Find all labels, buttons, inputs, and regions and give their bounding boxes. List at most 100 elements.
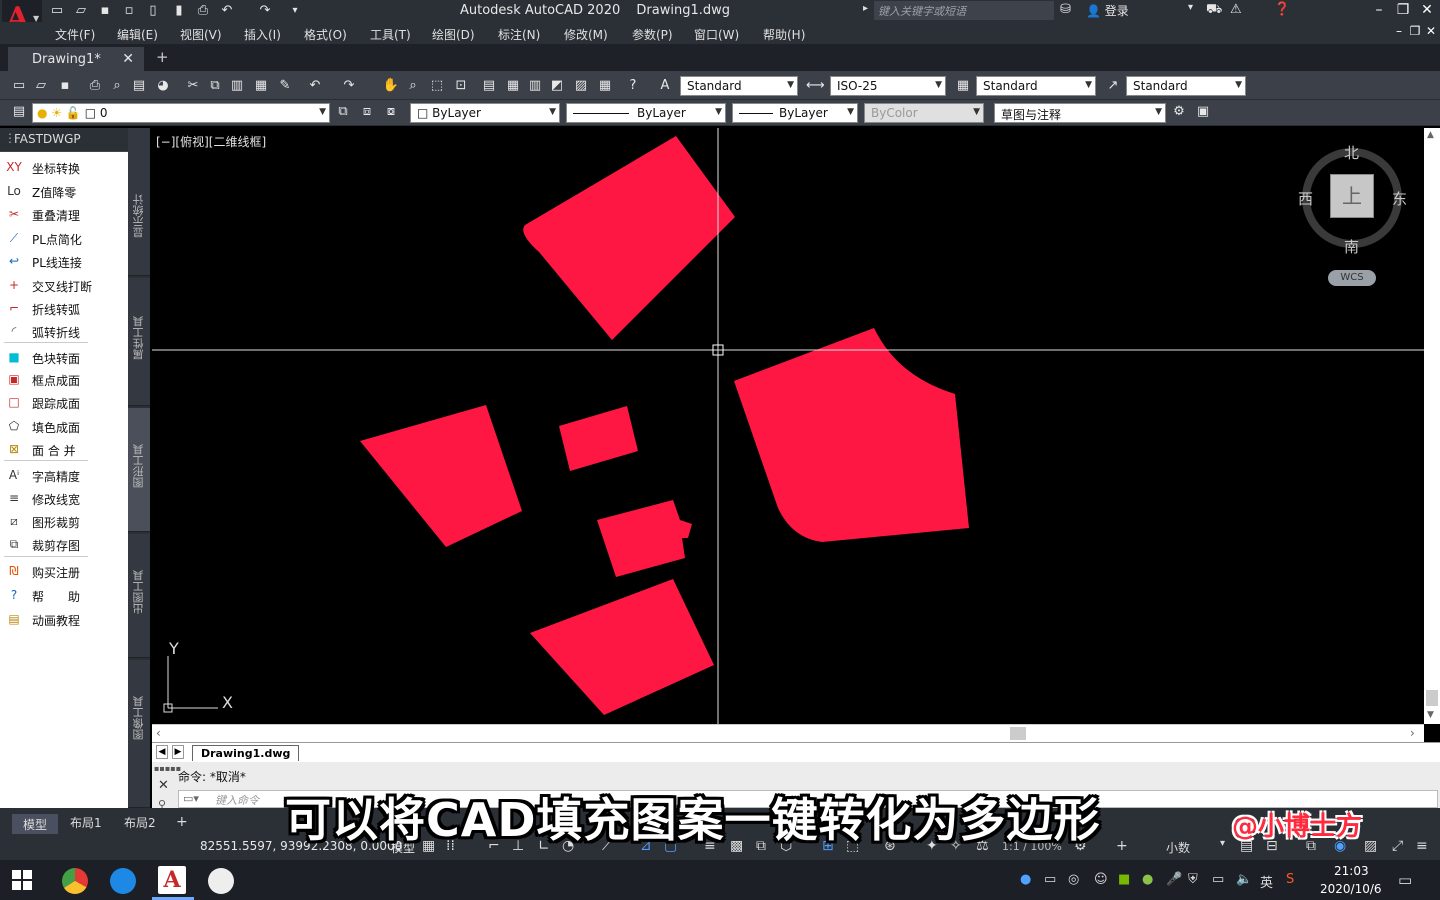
- document-tab[interactable]: Drawing1* ✕: [8, 47, 144, 72]
- search-expand-icon[interactable]: ▸: [863, 3, 868, 14]
- tray-app-icon[interactable]: ▭: [1044, 872, 1056, 887]
- help-toolbar-icon[interactable]: ?: [624, 77, 642, 95]
- save-icon[interactable]: ▪: [96, 2, 114, 19]
- make-current-layer-icon[interactable]: ⧉: [334, 103, 352, 121]
- tray-sync-icon[interactable]: ◎: [1068, 872, 1079, 887]
- hatch-polygon[interactable]: [523, 136, 735, 340]
- units-dropdown-icon[interactable]: ▾: [1220, 838, 1225, 849]
- workspace-select[interactable]: 草图与注释 ▼: [994, 103, 1166, 123]
- search-input[interactable]: 键入关键字或短语: [874, 1, 1054, 20]
- palette-item[interactable]: ▣ 框点成面: [4, 369, 124, 389]
- tab-next-icon[interactable]: ▶: [172, 745, 184, 759]
- login-dropdown-icon[interactable]: ▾: [1188, 2, 1193, 13]
- side-tab-attribute-tools[interactable]: 属性工具: [128, 278, 150, 406]
- side-tab-image-tools[interactable]: 图像工具: [128, 660, 150, 808]
- binoculars-icon[interactable]: ⛁: [1060, 2, 1071, 17]
- start-menu-icon[interactable]: [12, 870, 32, 890]
- cut-icon[interactable]: ✂: [184, 77, 202, 95]
- chrome-browser-icon[interactable]: [62, 868, 88, 894]
- palette-item[interactable]: XY 坐标转换: [4, 157, 124, 177]
- scroll-down-icon[interactable]: ▼: [1427, 710, 1434, 720]
- close-window-icon[interactable]: ✕: [1416, 2, 1438, 18]
- scroll-up-icon[interactable]: ▲: [1427, 130, 1434, 140]
- doc-close-icon[interactable]: ✕: [1420, 24, 1440, 38]
- wcs-menu-button[interactable]: WCS: [1328, 270, 1376, 286]
- tray-volume-icon[interactable]: 🔈: [1236, 872, 1252, 887]
- tray-ime-label[interactable]: 英: [1260, 872, 1273, 891]
- table-style-select[interactable]: Standard ▼: [976, 76, 1096, 96]
- menu-parametric[interactable]: 参数(P): [632, 26, 673, 43]
- palette-item[interactable]: □ 跟踪成面: [4, 392, 124, 412]
- open-folder-icon[interactable]: ▱: [72, 2, 90, 19]
- side-tab-output-tools[interactable]: 出图工具: [128, 534, 150, 658]
- clean-screen-icon[interactable]: ▨: [1364, 838, 1377, 854]
- menu-draw[interactable]: 绘图(D): [432, 26, 475, 43]
- palette-item[interactable]: ↩ PL线连接: [4, 251, 124, 271]
- palette-item[interactable]: ✂ 重叠清理: [4, 204, 124, 224]
- preview-icon[interactable]: ⌕: [108, 77, 126, 95]
- notification-center-icon[interactable]: ▭: [1398, 871, 1412, 889]
- print-icon[interactable]: ⎙: [194, 2, 212, 19]
- hatch-polygon[interactable]: [597, 500, 692, 577]
- close-tab-icon[interactable]: ✕: [122, 51, 134, 67]
- undo-icon[interactable]: ↶: [218, 2, 236, 19]
- layout-tab-model[interactable]: 模型: [12, 814, 58, 834]
- palette-item[interactable]: ⬠ 填色成面: [4, 416, 124, 436]
- layer-match-icon[interactable]: ⧇: [382, 103, 400, 121]
- tray-network-icon[interactable]: ●: [1020, 872, 1031, 887]
- palette-item[interactable]: ≡ 修改线宽: [4, 488, 124, 508]
- tab-prev-icon[interactable]: ◀: [156, 745, 168, 759]
- viewcube-top-face[interactable]: 上: [1330, 174, 1374, 218]
- clock-time[interactable]: 21:03: [1334, 864, 1369, 878]
- dim-style-select[interactable]: ISO-25 ▼: [830, 76, 946, 96]
- customization-menu-icon[interactable]: ≡: [1416, 838, 1428, 854]
- color-select[interactable]: □ ByLayer ▼: [410, 103, 560, 123]
- 3d-print-icon[interactable]: ◕: [154, 77, 172, 95]
- hatch-polygon[interactable]: [360, 405, 522, 547]
- menu-edit[interactable]: 编辑(E): [117, 26, 158, 43]
- layer-select[interactable]: ● ☀ 🔓 □ 0 ▼: [32, 103, 330, 123]
- tray-security-icon[interactable]: ●: [1142, 872, 1153, 887]
- viewport-controls-label[interactable]: [−][俯视][二维线框]: [156, 133, 266, 150]
- open-icon[interactable]: ▱: [32, 77, 50, 95]
- palette-item[interactable]: ⟋ PL点简化: [4, 228, 124, 248]
- drawing-viewport[interactable]: Y X [−][俯视][二维线框] 北 西 东 南 上 WCS: [152, 128, 1424, 724]
- menu-modify[interactable]: 修改(M): [564, 26, 608, 43]
- compass-east[interactable]: 东: [1392, 188, 1407, 209]
- pan-icon[interactable]: ✋: [382, 77, 400, 95]
- cart-icon[interactable]: ⛟: [1206, 2, 1222, 19]
- palette-item[interactable]: ⊠ 面 合 并: [4, 439, 124, 459]
- annotation-monitor-icon[interactable]: +: [1116, 838, 1128, 854]
- copy-icon[interactable]: ⧉: [206, 77, 224, 95]
- palette-item[interactable]: Aⁱ 字高精度: [4, 465, 124, 485]
- plot-preview-icon[interactable]: ▮: [170, 2, 188, 19]
- layout-tab-layout1[interactable]: 布局1: [70, 814, 102, 831]
- help-icon[interactable]: ❓: [1274, 2, 1290, 17]
- multileader-style-icon[interactable]: ↗: [1104, 77, 1122, 95]
- multileader-style-select[interactable]: Standard ▼: [1126, 76, 1246, 96]
- restore-window-icon[interactable]: ❐: [1392, 2, 1414, 18]
- tray-wifi-icon[interactable]: ▭: [1212, 872, 1224, 887]
- palette-item[interactable]: ₪ 购买注册: [4, 561, 124, 581]
- menu-format[interactable]: 格式(O): [304, 26, 347, 43]
- design-center-icon[interactable]: ▦: [504, 77, 522, 95]
- palette-item[interactable]: ⧄ 图形裁剪: [4, 511, 124, 531]
- minimize-window-icon[interactable]: –: [1368, 2, 1390, 18]
- paste-icon[interactable]: ▥: [228, 77, 246, 95]
- sheet-set-icon[interactable]: ◩: [548, 77, 566, 95]
- vertical-scrollbar[interactable]: ▲ ▼: [1424, 128, 1440, 724]
- tray-microphone-icon[interactable]: 🎤: [1166, 872, 1182, 887]
- workspace-lock-icon[interactable]: ▣: [1194, 103, 1212, 121]
- recorder-app-icon[interactable]: [208, 868, 234, 894]
- horizontal-scroll-thumb[interactable]: [1010, 727, 1026, 740]
- menu-insert[interactable]: 插入(I): [244, 26, 281, 43]
- new-file-icon[interactable]: ▭: [48, 2, 66, 19]
- viewcube[interactable]: 北 西 东 南 上 WCS: [1298, 144, 1407, 286]
- a360-icon[interactable]: ⚠: [1230, 2, 1242, 17]
- login-button[interactable]: 👤 登录: [1086, 2, 1129, 19]
- menu-view[interactable]: 视图(V): [180, 26, 222, 43]
- add-layout-icon[interactable]: +: [176, 814, 188, 830]
- gear-icon[interactable]: ⚙: [1170, 103, 1188, 121]
- publish-toolbar-icon[interactable]: ▤: [130, 77, 148, 95]
- clock-date[interactable]: 2020/10/6: [1320, 882, 1382, 896]
